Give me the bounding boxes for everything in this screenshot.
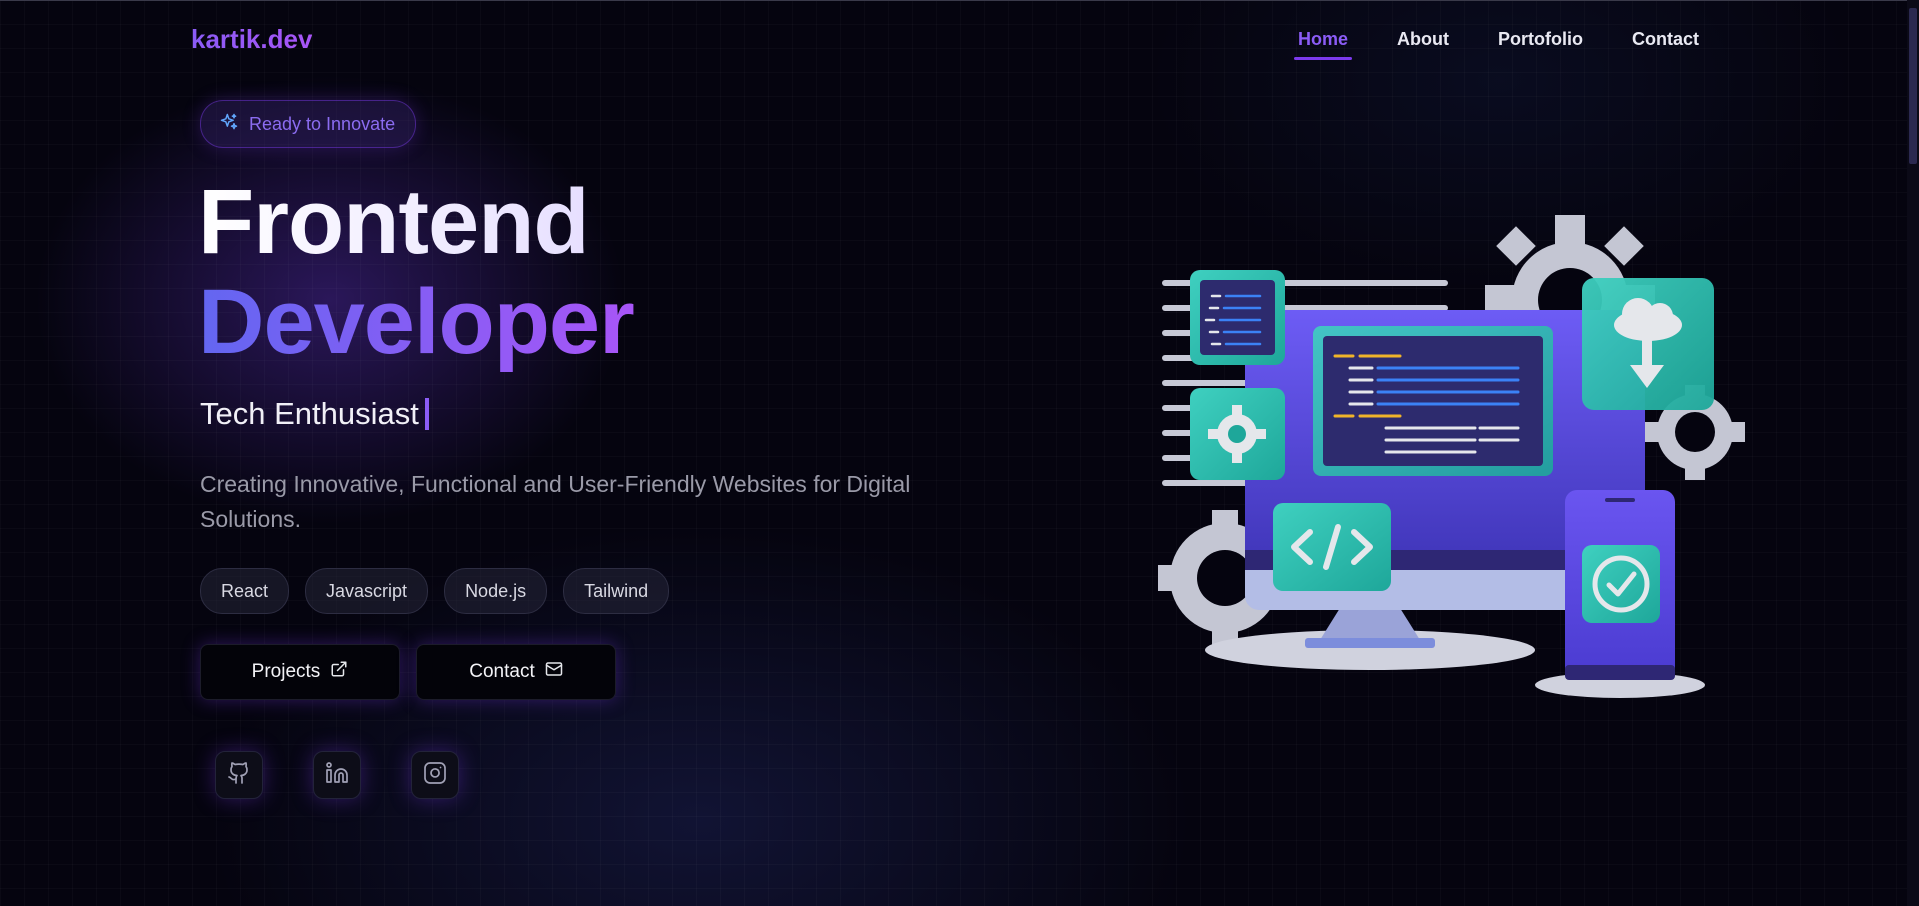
skill-tag-react: React xyxy=(200,568,290,614)
skill-tags: React Javascript Node.js Tailwind xyxy=(200,568,670,614)
hero-description: Creating Innovative, Functional and User… xyxy=(200,471,911,532)
nav-link-contact[interactable]: Contact xyxy=(1632,29,1699,60)
skill-tag-nodejs: Node.js xyxy=(444,568,548,614)
typing-cursor xyxy=(424,398,429,430)
skill-tag-javascript: Javascript xyxy=(305,568,429,614)
projects-button[interactable]: Projects xyxy=(200,644,400,700)
site-logo[interactable]: kartik.dev xyxy=(191,24,312,55)
contact-button[interactable]: Contact xyxy=(416,644,616,700)
projects-button-label: Projects xyxy=(251,661,321,682)
hero-title-line2: Developer xyxy=(198,271,635,373)
linkedin-icon xyxy=(325,761,349,790)
social-links xyxy=(215,751,459,799)
skill-tag-tailwind: Tailwind xyxy=(563,568,670,614)
page-scrollbar[interactable] xyxy=(1907,0,1919,906)
hero-tagline: Tech Enthusiast xyxy=(200,396,429,432)
cta-buttons: Projects Contact xyxy=(200,644,616,700)
tagline-text: Tech Enthusiast xyxy=(200,396,419,431)
badge-label: Ready to Innovate xyxy=(249,113,396,134)
nav-link-portofolio[interactable]: Portofolio xyxy=(1498,29,1583,60)
contact-button-label: Contact xyxy=(469,661,535,682)
main-nav: Home About Portofolio Contact xyxy=(1293,29,1699,60)
sparkles-icon xyxy=(219,112,239,137)
hero-title: Frontend Developer xyxy=(198,172,635,373)
monitor-foot xyxy=(1305,638,1435,648)
nav-link-about[interactable]: About xyxy=(1397,29,1449,60)
scrollbar-thumb[interactable] xyxy=(1909,8,1917,164)
external-link-icon xyxy=(330,660,348,684)
nav-link-home[interactable]: Home xyxy=(1293,29,1353,60)
hero-title-line1: Frontend xyxy=(198,172,634,272)
mail-icon xyxy=(545,660,563,684)
ready-badge: Ready to Innovate xyxy=(200,100,417,148)
developer-illustration xyxy=(1158,215,1745,698)
top-border xyxy=(0,0,1919,1)
instagram-icon xyxy=(423,761,447,790)
github-link[interactable] xyxy=(215,751,263,799)
instagram-link[interactable] xyxy=(411,751,459,799)
linkedin-link[interactable] xyxy=(313,751,361,799)
github-icon xyxy=(227,761,251,790)
